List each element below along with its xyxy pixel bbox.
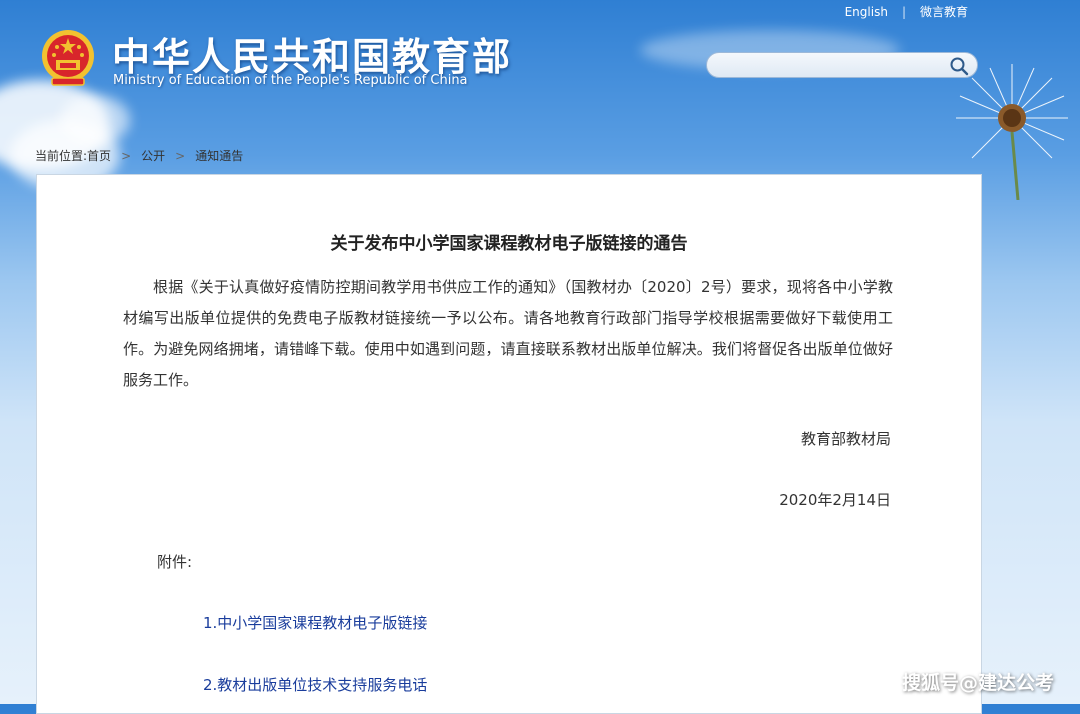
attachments-label: 附件: bbox=[157, 553, 193, 571]
article-panel: 关于发布中小学国家课程教材电子版链接的通告 根据《关于认真做好疫情防控期间教学用… bbox=[36, 174, 982, 714]
breadcrumb-notices[interactable]: 通知通告 bbox=[195, 149, 243, 163]
breadcrumb-home[interactable]: 首页 bbox=[87, 149, 111, 163]
top-links: English | 微言教育 bbox=[845, 3, 968, 20]
search-icon[interactable] bbox=[949, 56, 969, 76]
article-signature: 教育部教材局 bbox=[800, 430, 891, 448]
link-separator: | bbox=[901, 5, 906, 19]
attachment-link-support-phone[interactable]: 2.教材出版单位技术支持服务电话 bbox=[203, 674, 427, 695]
national-emblem-icon bbox=[42, 30, 94, 86]
english-link[interactable]: English bbox=[845, 5, 888, 19]
breadcrumb-label: 当前位置: bbox=[35, 149, 88, 163]
chevron-right-icon: > bbox=[175, 149, 186, 163]
article-body: 根据《关于认真做好疫情防控期间教学用书供应工作的通知》（国教材办〔2020〕2号… bbox=[123, 278, 893, 389]
site-subtitle: Ministry of Education of the People's Re… bbox=[113, 73, 468, 88]
search-input[interactable] bbox=[719, 56, 948, 76]
cloud-decoration bbox=[60, 95, 130, 145]
chevron-right-icon: > bbox=[121, 149, 132, 163]
breadcrumb-public[interactable]: 公开 bbox=[141, 149, 165, 163]
weiyan-jiaoyu-link[interactable]: 微言教育 bbox=[920, 5, 968, 19]
sohu-watermark: 搜狐号@建达公考 bbox=[901, 672, 1054, 694]
article-title: 关于发布中小学国家课程教材电子版链接的通告 bbox=[330, 234, 688, 254]
breadcrumb: 当前位置:首页 > 公开 > 通知通告 bbox=[35, 147, 243, 164]
article-date: 2020年2月14日 bbox=[779, 491, 891, 509]
search-box bbox=[706, 52, 978, 78]
attachment-link-textbook-links[interactable]: 1.中小学国家课程教材电子版链接 bbox=[203, 612, 427, 633]
